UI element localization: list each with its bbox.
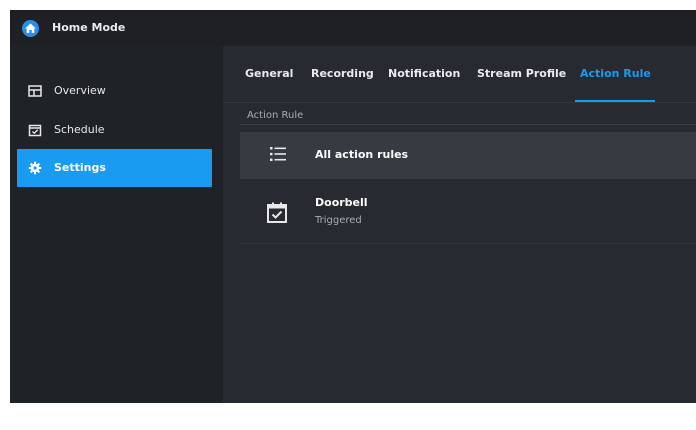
tab-stream-profile[interactable]: Stream Profile [477,66,566,82]
overview-icon [28,85,42,97]
all-action-rules-item[interactable]: All action rules [240,132,696,179]
tab-recording[interactable]: Recording [311,66,374,82]
sidebar-item-overview[interactable]: Overview [17,72,212,110]
sidebar-item-schedule[interactable]: Schedule [17,111,212,149]
section-label: Action Rule [247,110,304,121]
title-bar: Home Mode [10,10,696,46]
tab-action-rule[interactable]: Action Rule [580,66,651,82]
list-icon [270,147,286,161]
sidebar-item-label: Settings [54,161,106,174]
main-content: General Recording Notification Stream Pr… [223,46,696,403]
action-rule-status: Triggered [315,215,362,226]
sidebar-item-label: Schedule [54,123,105,136]
home-icon [22,20,39,37]
app-window: Home Mode Overview Schedule Settings Gen… [10,10,696,403]
app-title: Home Mode [52,21,126,34]
tab-general[interactable]: General [245,66,293,82]
tab-notification[interactable]: Notification [388,66,460,82]
gear-icon [28,161,42,175]
tab-bar: General Recording Notification Stream Pr… [223,46,696,103]
action-rule-item-doorbell[interactable]: Doorbell Triggered [240,187,696,244]
calendar-check-icon [267,202,287,223]
sidebar-item-settings[interactable]: Settings [17,149,212,187]
sidebar: Overview Schedule Settings [10,46,223,403]
all-action-rules-label: All action rules [315,148,409,161]
sidebar-item-label: Overview [54,84,106,97]
calendar-check-icon [28,124,42,137]
section-divider [240,124,696,125]
active-tab-indicator [575,100,655,102]
action-rule-name: Doorbell [315,196,368,209]
